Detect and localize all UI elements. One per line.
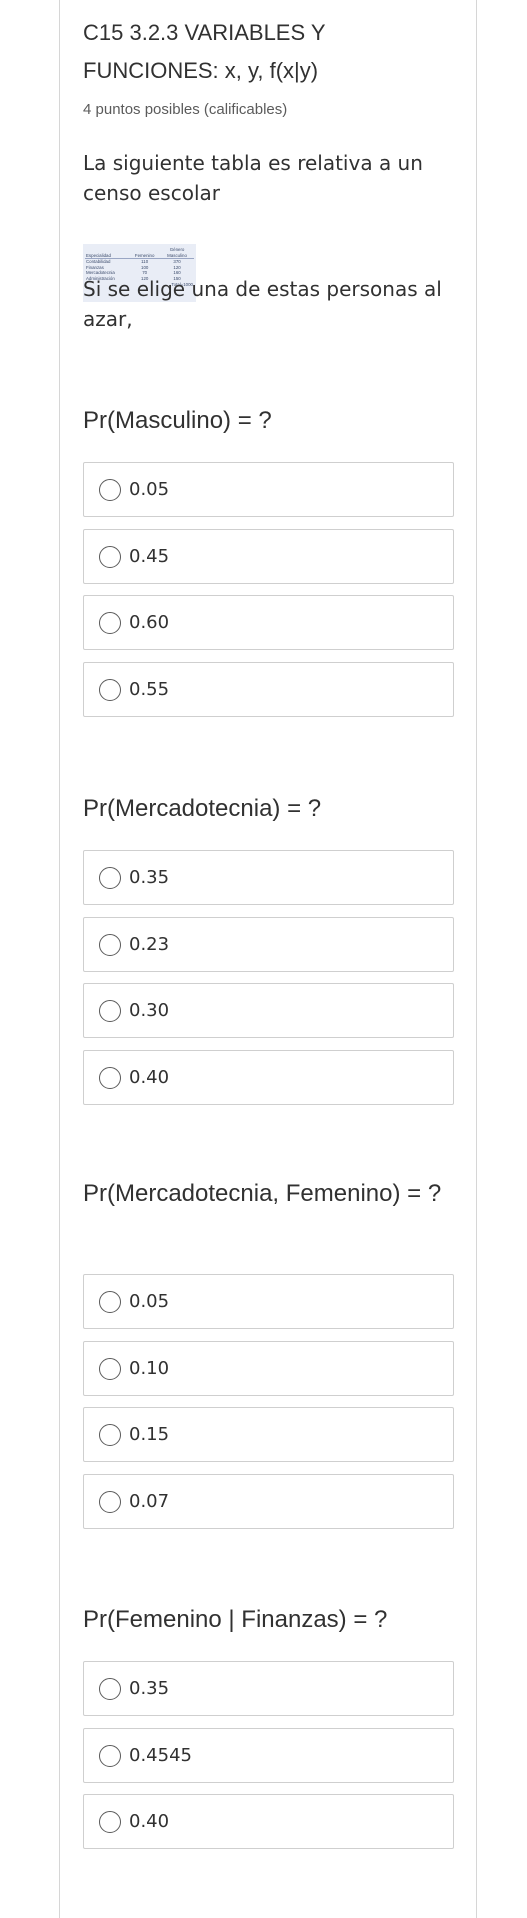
- option-label: 0.05: [129, 479, 170, 500]
- q2-option-1[interactable]: 0.35: [83, 850, 454, 905]
- q1-option-4[interactable]: 0.55: [83, 662, 454, 717]
- question-3-label: Pr(Mercadotecnia, Femenino) = ?: [83, 1180, 442, 1207]
- radio-icon[interactable]: [99, 1358, 121, 1380]
- q4-option-3[interactable]: 0.40: [83, 1794, 454, 1849]
- radio-icon[interactable]: [99, 934, 121, 956]
- radio-icon[interactable]: [99, 1811, 121, 1833]
- intro-text: La siguiente tabla es relativa a un cens…: [83, 151, 423, 205]
- question-2-label: Pr(Mercadotecnia) = ?: [83, 795, 322, 822]
- q3-option-2[interactable]: 0.10: [83, 1341, 454, 1396]
- option-label: 0.10: [129, 1358, 170, 1379]
- option-label: 0.30: [129, 1000, 170, 1021]
- q2-option-4[interactable]: 0.40: [83, 1050, 454, 1105]
- q3-option-3[interactable]: 0.15: [83, 1407, 454, 1462]
- option-label: 0.4545: [129, 1745, 192, 1766]
- question-4-label: Pr(Femenino | Finanzas) = ?: [83, 1606, 388, 1633]
- q2-option-3[interactable]: 0.30: [83, 983, 454, 1038]
- option-label: 0.05: [129, 1291, 170, 1312]
- q1-option-1[interactable]: 0.05: [83, 462, 454, 517]
- q1-option-3[interactable]: 0.60: [83, 595, 454, 650]
- radio-icon[interactable]: [99, 479, 121, 501]
- radio-icon[interactable]: [99, 612, 121, 634]
- option-label: 0.35: [129, 1678, 170, 1699]
- radio-icon[interactable]: [99, 679, 121, 701]
- option-label: 0.40: [129, 1067, 170, 1088]
- option-label: 0.60: [129, 612, 170, 633]
- radio-icon[interactable]: [99, 1678, 121, 1700]
- radio-icon[interactable]: [99, 1745, 121, 1767]
- option-label: 0.45: [129, 546, 170, 567]
- points-label: 4 puntos posibles (calificables): [83, 101, 288, 118]
- q3-option-4[interactable]: 0.07: [83, 1474, 454, 1529]
- radio-icon[interactable]: [99, 1000, 121, 1022]
- radio-icon[interactable]: [99, 1291, 121, 1313]
- q2-option-2[interactable]: 0.23: [83, 917, 454, 972]
- q3-option-1[interactable]: 0.05: [83, 1274, 454, 1329]
- radio-icon[interactable]: [99, 1491, 121, 1513]
- question-1-label: Pr(Masculino) = ?: [83, 407, 272, 434]
- option-label: 0.55: [129, 679, 170, 700]
- option-label: 0.35: [129, 867, 170, 888]
- radio-icon[interactable]: [99, 546, 121, 568]
- option-label: 0.15: [129, 1424, 170, 1445]
- radio-icon[interactable]: [99, 1424, 121, 1446]
- q4-option-1[interactable]: 0.35: [83, 1661, 454, 1716]
- option-label: 0.23: [129, 934, 170, 955]
- q4-option-2[interactable]: 0.4545: [83, 1728, 454, 1783]
- random-selection-text: Si se elige una de estas personas al aza…: [83, 277, 442, 331]
- option-label: 0.07: [129, 1491, 170, 1512]
- radio-icon[interactable]: [99, 867, 121, 889]
- radio-icon[interactable]: [99, 1067, 121, 1089]
- q1-option-2[interactable]: 0.45: [83, 529, 454, 584]
- option-label: 0.40: [129, 1811, 170, 1832]
- problem-title: C15 3.2.3 VARIABLES Y FUNCIONES: x, y, f…: [83, 20, 326, 83]
